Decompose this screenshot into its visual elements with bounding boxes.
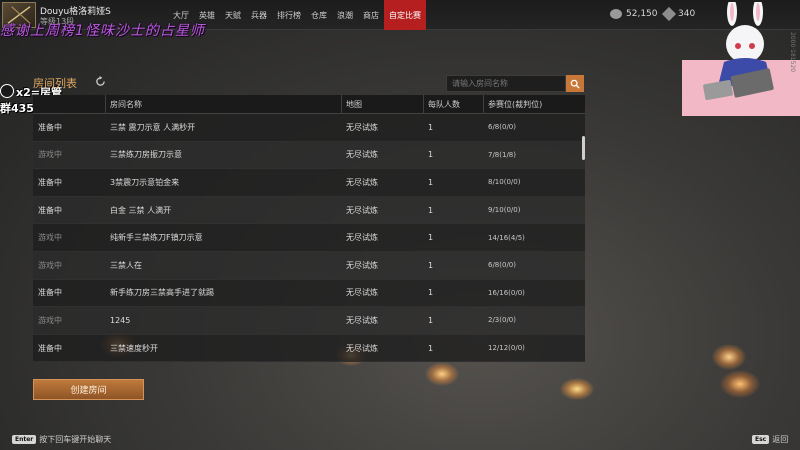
- table-row[interactable]: 游戏中 三禁人在 无尽试炼 1 6/8(0/0): [33, 251, 585, 280]
- main-nav: 大厅 英雄 天赋 兵器 排行榜 仓库 浪潮 商店 自定比赛: [168, 0, 426, 30]
- room-status: 游戏中: [38, 260, 62, 270]
- ambient-light: [425, 362, 459, 386]
- header-team-size: 每队人数: [423, 95, 483, 114]
- chat-hint[interactable]: Enter 按下回车键开始聊天: [12, 434, 111, 445]
- nav-tide[interactable]: 浪潮: [332, 0, 358, 30]
- room-status: 游戏中: [38, 315, 62, 325]
- room-name: 三禁 震刀示意 人满秒开: [110, 122, 196, 132]
- ambient-light: [712, 344, 746, 370]
- room-list-title: 房间列表: [33, 77, 77, 90]
- room-seats: 8/10(0/0): [488, 178, 521, 187]
- refresh-icon[interactable]: [95, 76, 106, 87]
- room-seats: 14/16(4/5): [488, 233, 525, 242]
- stream-banner-text: 感谢上周榜1怪味沙士的占星师: [0, 23, 205, 39]
- ambient-light: [560, 378, 594, 400]
- room-map: 无尽试炼: [346, 150, 378, 160]
- room-name: 白金 三禁 人满开: [110, 205, 172, 215]
- create-room-button[interactable]: 创建房间: [33, 379, 144, 400]
- table-row[interactable]: 准备中 白金 三禁 人满开 无尽试炼 1 9/10(0/0): [33, 196, 585, 225]
- header-status: [33, 95, 105, 114]
- back-hint[interactable]: Esc 返回: [752, 434, 788, 445]
- room-team-size: 1: [428, 288, 434, 298]
- mascot-bunny-illustration: [682, 2, 800, 116]
- room-status: 游戏中: [38, 233, 62, 243]
- room-team-size: 1: [428, 343, 434, 353]
- room-status: 准备中: [38, 343, 62, 353]
- room-map: 无尽试炼: [346, 288, 378, 298]
- esc-key-icon: Esc: [752, 435, 770, 444]
- room-name: 三禁练刀房振刀示意: [110, 150, 182, 160]
- room-seats: 6/8(0/0): [488, 123, 516, 132]
- room-seats: 2/3(0/0): [488, 316, 516, 325]
- search-icon: [570, 79, 580, 89]
- table-row[interactable]: 准备中 新手练刀房三禁高手进了就踢 无尽试炼 1 16/16(0/0): [33, 279, 585, 308]
- room-map: 无尽试炼: [346, 260, 378, 270]
- gem-icon: [661, 6, 677, 22]
- room-status: 游戏中: [38, 150, 62, 160]
- room-seats: 6/8(0/0): [488, 261, 516, 270]
- table-row[interactable]: 游戏中 纯新手三禁练刀F镇刀示意 无尽试炼 1 14/16(4/5): [33, 224, 585, 252]
- room-name: 纯新手三禁练刀F镇刀示意: [110, 233, 203, 243]
- room-team-size: 1: [428, 150, 434, 160]
- header-room-name: 房间名称: [105, 95, 341, 114]
- coin-balance: 52,150: [610, 9, 658, 19]
- search-button[interactable]: [566, 75, 584, 92]
- room-table-body[interactable]: 准备中 三禁 震刀示意 人满秒开 无尽试炼 1 6/8(0/0) 游戏中 三禁练…: [33, 114, 585, 363]
- table-row[interactable]: 准备中 3禁震刀示意铂金来 无尽试炼 1 8/10(0/0): [33, 169, 585, 197]
- table-row[interactable]: 游戏中 1245 无尽试炼 1 2/3(0/0): [33, 307, 585, 335]
- room-table: 房间名称 地图 每队人数 参赛位(裁判位) 准备中 三禁 震刀示意 人满秒开 无…: [33, 95, 585, 363]
- room-status: 准备中: [38, 205, 62, 215]
- nav-shop[interactable]: 商店: [358, 0, 384, 30]
- room-name: 3禁震刀示意铂金来: [110, 177, 180, 187]
- table-row[interactable]: 游戏中 三禁练刀房振刀示意 无尽试炼 1 7/8(1/8): [33, 141, 585, 170]
- room-map: 无尽试炼: [346, 122, 378, 132]
- room-status: 准备中: [38, 122, 62, 132]
- room-name: 三禁速度秒开: [110, 343, 158, 353]
- side-id-text: 2000·181520: [789, 32, 796, 73]
- room-map: 无尽试炼: [346, 315, 378, 325]
- room-team-size: 1: [428, 233, 434, 243]
- room-team-size: 1: [428, 177, 434, 187]
- qq-penguin-icon: [0, 84, 14, 98]
- nav-leaderboard[interactable]: 排行榜: [272, 0, 306, 30]
- room-status: 准备中: [38, 177, 62, 187]
- table-row[interactable]: 准备中 三禁 震刀示意 人满秒开 无尽试炼 1 6/8(0/0): [33, 114, 585, 142]
- room-map: 无尽试炼: [346, 233, 378, 243]
- header-seats: 参赛位(裁判位): [483, 95, 585, 114]
- table-row[interactable]: 准备中 三禁速度秒开 无尽试炼 1 12/12(0/0): [33, 334, 585, 363]
- room-map: 无尽试炼: [346, 343, 378, 353]
- nav-storage[interactable]: 仓库: [306, 0, 332, 30]
- back-hint-text: 返回: [772, 435, 789, 444]
- chat-hint-text: 按下回车键开始聊天: [39, 435, 112, 444]
- room-team-size: 1: [428, 260, 434, 270]
- room-team-size: 1: [428, 315, 434, 325]
- room-name: 新手练刀房三禁高手进了就踢: [110, 288, 214, 298]
- room-map: 无尽试炼: [346, 177, 378, 187]
- room-seats: 9/10(0/0): [488, 206, 521, 215]
- room-search-input[interactable]: [446, 75, 566, 92]
- room-team-size: 1: [428, 205, 434, 215]
- room-name: 三禁人在: [110, 260, 142, 270]
- coin-amount: 52,150: [626, 9, 658, 19]
- table-scrollbar[interactable]: [582, 136, 585, 160]
- room-team-size: 1: [428, 122, 434, 132]
- room-map: 无尽试炼: [346, 205, 378, 215]
- nav-custom-match[interactable]: 自定比赛: [384, 0, 426, 30]
- coin-icon: [610, 9, 622, 19]
- room-seats: 7/8(1/8): [488, 150, 516, 159]
- room-status: 准备中: [38, 288, 62, 298]
- nav-weapons[interactable]: 兵器: [246, 0, 272, 30]
- enter-key-icon: Enter: [12, 435, 37, 444]
- room-seats: 12/12(0/0): [488, 344, 525, 353]
- ambient-light: [720, 370, 760, 398]
- nav-talents[interactable]: 天赋: [220, 0, 246, 30]
- room-table-header: 房间名称 地图 每队人数 参赛位(裁判位): [33, 95, 585, 114]
- header-map: 地图: [341, 95, 423, 114]
- room-seats: 16/16(0/0): [488, 288, 525, 297]
- room-name: 1245: [110, 315, 131, 325]
